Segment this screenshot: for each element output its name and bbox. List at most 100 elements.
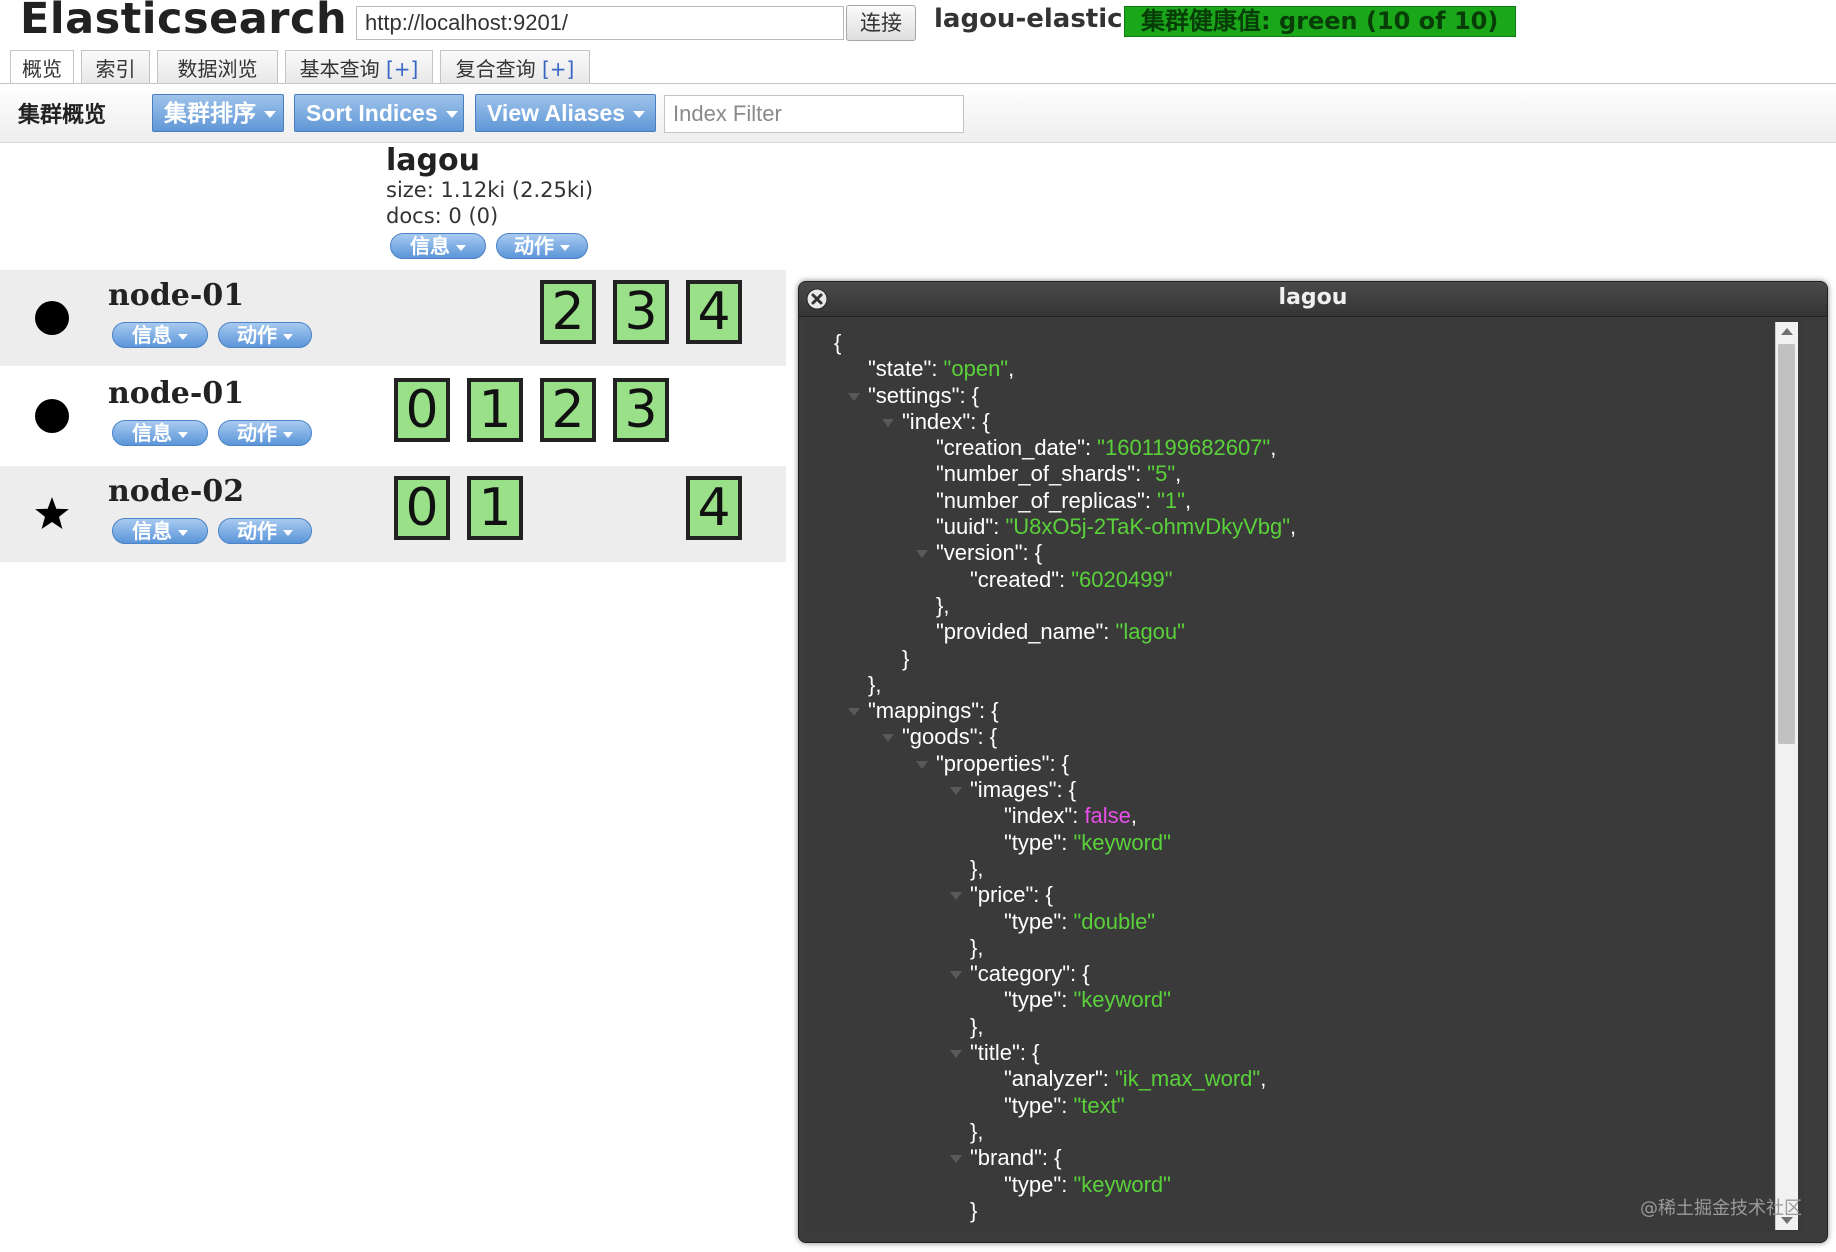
cluster-url-input[interactable] — [356, 6, 844, 40]
cluster-health-badge: 集群健康值: green (10 of 10) — [1124, 6, 1516, 37]
shard-box[interactable]: 0 — [394, 378, 450, 442]
circle-icon — [35, 301, 69, 335]
node-action-button[interactable]: 动作 — [218, 420, 312, 446]
json-line: "type": "keyword" — [834, 830, 1794, 856]
json-key: "index": { — [902, 408, 990, 434]
tab-compound-query[interactable]: 复合查询 [+] — [440, 50, 590, 84]
json-key: "type": — [1004, 1171, 1074, 1197]
node-name: node-01 — [108, 376, 245, 411]
json-key: }, — [970, 1118, 984, 1144]
tab-basic-query[interactable]: 基本查询 [+] — [285, 50, 433, 84]
json-key: "number_of_shards": — [936, 461, 1148, 487]
json-string-value: "6020499" — [1071, 566, 1173, 592]
node-name: node-02 — [108, 474, 245, 509]
button-label: 动作 — [237, 519, 277, 543]
index-filter-input[interactable] — [664, 95, 964, 133]
index-action-button[interactable]: 动作 — [496, 233, 588, 259]
node-action-button[interactable]: 动作 — [218, 322, 312, 348]
index-info-button[interactable]: 信息 — [390, 233, 486, 259]
collapse-triangle-icon[interactable] — [950, 787, 962, 796]
collapse-triangle-icon[interactable] — [882, 418, 894, 427]
json-line: "type": "double" — [834, 909, 1794, 935]
button-label: 动作 — [237, 421, 277, 445]
node-info-button[interactable]: 信息 — [112, 420, 208, 446]
shard-box[interactable]: 3 — [613, 280, 669, 344]
json-key: }, — [936, 592, 950, 618]
collapse-triangle-icon[interactable] — [848, 708, 860, 717]
node-info-button[interactable]: 信息 — [112, 322, 208, 348]
sort-indices-dropdown[interactable]: Sort Indices — [294, 94, 464, 132]
json-line: }, — [834, 593, 1794, 619]
collapse-triangle-icon[interactable] — [950, 892, 962, 901]
view-aliases-dropdown[interactable]: View Aliases — [475, 94, 656, 132]
json-string-value: "1" — [1157, 487, 1185, 513]
collapse-triangle-icon[interactable] — [916, 550, 928, 559]
json-key: "created": — [970, 566, 1072, 592]
json-key: "price": { — [970, 882, 1053, 908]
json-line: "images": { — [834, 777, 1794, 803]
json-key: } — [902, 645, 910, 671]
star-icon — [35, 497, 69, 529]
tab-add-icon[interactable]: [+] — [542, 57, 574, 81]
tab-overview[interactable]: 概览 — [10, 50, 74, 85]
scrollbar[interactable] — [1775, 322, 1798, 1230]
scroll-up-icon[interactable] — [1781, 328, 1793, 335]
index-name[interactable]: lagou — [386, 143, 480, 178]
json-line: "provided_name": "lagou" — [834, 619, 1794, 645]
tab-label: 索引 — [95, 57, 136, 81]
chevron-down-icon — [178, 333, 188, 340]
json-key: "category": { — [970, 961, 1090, 987]
collapse-triangle-icon[interactable] — [882, 734, 894, 743]
app-title: Elasticsearch — [20, 0, 348, 44]
collapse-triangle-icon[interactable] — [916, 760, 928, 769]
json-line: "version": { — [834, 540, 1794, 566]
collapse-triangle-icon[interactable] — [950, 971, 962, 980]
dialog-titlebar[interactable]: lagou — [799, 282, 1827, 317]
json-line: "brand": { — [834, 1145, 1794, 1171]
node-row: node-01 信息 动作 0 1 2 3 — [0, 368, 786, 464]
json-string-value: "keyword" — [1073, 829, 1171, 855]
node-info-button[interactable]: 信息 — [112, 518, 208, 544]
connect-button[interactable]: 连接 — [846, 5, 916, 41]
json-line: "creation_date": "1601199682607", — [834, 435, 1794, 461]
json-key: "provided_name": — [936, 619, 1116, 645]
collapse-triangle-icon[interactable] — [848, 392, 860, 401]
shard-box[interactable]: 0 — [394, 476, 450, 540]
dialog-body: {"state": "open", "settings": {"index": {… — [804, 318, 1804, 1232]
index-json-dialog: lagou {"state": "open", "settings": {"ind… — [798, 281, 1828, 1243]
sort-cluster-dropdown[interactable]: 集群排序 — [152, 94, 284, 132]
shard-box[interactable]: 2 — [540, 378, 596, 442]
collapse-triangle-icon[interactable] — [950, 1050, 962, 1059]
json-key: "type": — [1004, 829, 1074, 855]
shard-box[interactable]: 4 — [686, 280, 742, 344]
node-name: node-01 — [108, 278, 245, 313]
shard-box[interactable]: 1 — [467, 378, 523, 442]
json-boolean-value: false — [1084, 803, 1131, 829]
node-action-button[interactable]: 动作 — [218, 518, 312, 544]
json-key: , — [1260, 1066, 1267, 1092]
shard-box[interactable]: 3 — [613, 378, 669, 442]
json-string-value: "open" — [943, 356, 1009, 382]
json-string-value: "5" — [1147, 461, 1176, 487]
shard-box[interactable]: 2 — [540, 280, 596, 344]
chevron-down-icon — [283, 333, 293, 340]
scrollbar-thumb[interactable] — [1778, 344, 1795, 744]
json-line: "number_of_replicas": "1", — [834, 488, 1794, 514]
tab-add-icon[interactable]: [+] — [386, 57, 418, 81]
dropdown-label: 集群排序 — [164, 100, 256, 126]
tab-browser[interactable]: 数据浏览 — [157, 50, 278, 84]
json-string-value: "U8xO5j-2TaK-ohmvDkyVbg" — [1005, 514, 1291, 540]
json-line: "number_of_shards": "5", — [834, 461, 1794, 487]
chevron-down-icon — [178, 431, 188, 438]
tab-indices[interactable]: 索引 — [81, 50, 150, 84]
json-line: "properties": { — [834, 751, 1794, 777]
index-docs: docs: 0 (0) — [386, 204, 499, 228]
button-label: 信息 — [132, 323, 172, 347]
shard-box[interactable]: 4 — [686, 476, 742, 540]
shard-box[interactable]: 1 — [467, 476, 523, 540]
json-key: "state": — [868, 356, 944, 382]
node-row: node-01 信息 动作 2 3 4 — [0, 270, 786, 366]
button-label: 动作 — [237, 323, 277, 347]
collapse-triangle-icon[interactable] — [950, 1155, 962, 1164]
button-label: 动作 — [514, 234, 554, 258]
